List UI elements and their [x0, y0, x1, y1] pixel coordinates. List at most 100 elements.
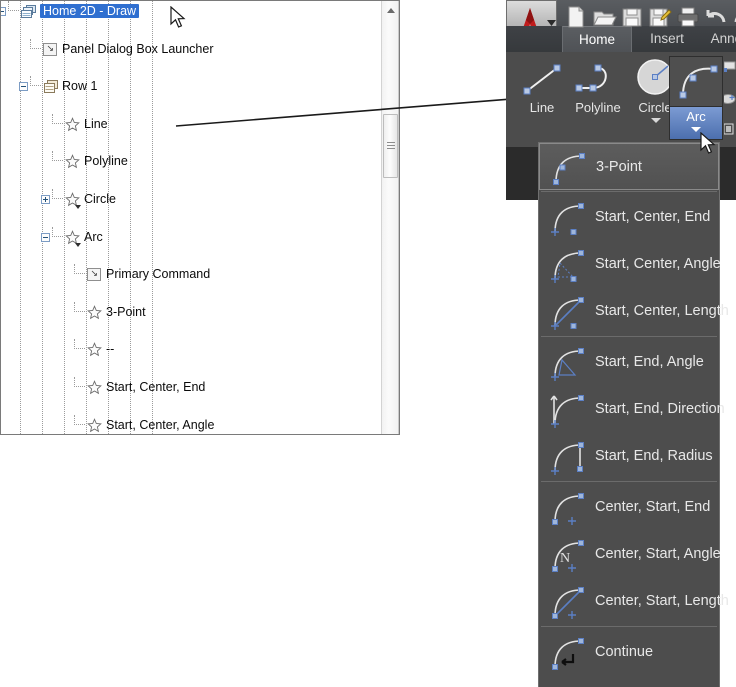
chevron-down-icon[interactable]	[651, 118, 661, 123]
menu-item[interactable]: Start, End, Radius	[539, 433, 719, 480]
row-stack-icon	[43, 79, 59, 94]
menu-item-label: Center, Start, Length	[595, 593, 729, 609]
menu-item[interactable]: Continue	[539, 629, 719, 676]
tree-row-label: Row 1	[62, 79, 98, 94]
arc-button-icon-part[interactable]	[669, 56, 723, 107]
scale-tool-icon-clipped[interactable]	[723, 122, 736, 136]
menu-item-label: Start, End, Angle	[595, 354, 704, 370]
rectangle-tool-icon-clipped[interactable]	[723, 60, 736, 74]
tree-guide-line	[42, 1, 43, 434]
arc-center-start-end-icon	[547, 488, 589, 528]
arc-start-center-end-icon	[547, 198, 589, 238]
tree-row[interactable]: Row 1	[1, 76, 380, 96]
menu-item-label: Center, Start, Angle	[595, 546, 721, 562]
tree-row[interactable]: Start, Center, End	[1, 376, 380, 397]
tree-elbow-connector	[52, 226, 63, 237]
tree-vertical-scrollbar[interactable]	[381, 1, 399, 434]
arc-flyout-menu[interactable]: 3-Point Start, Center, End Start, Center, …	[538, 142, 729, 687]
line-tool-icon	[514, 54, 570, 100]
collapse-node-icon[interactable]	[19, 82, 28, 92]
tree-row[interactable]: 3-Point	[1, 301, 380, 322]
tree-row[interactable]: Arc	[1, 226, 380, 247]
menu-item[interactable]: Start, Center, Angle	[539, 241, 721, 288]
star-dropdown-icon	[65, 229, 81, 247]
tree-guide-line	[130, 1, 131, 434]
collapse-node-icon[interactable]	[1, 7, 6, 16]
ellipse-tool-icon-clipped[interactable]	[720, 92, 736, 106]
expand-node-icon[interactable]	[41, 194, 50, 204]
ribbon-tab-insert[interactable]: Insert	[638, 26, 696, 52]
tree-elbow-connector	[74, 414, 85, 425]
arc-button-label: Arc	[686, 109, 706, 124]
svg-text:N: N	[560, 551, 570, 566]
arc-start-center-length-icon	[547, 292, 589, 332]
menu-separator	[541, 191, 717, 192]
menu-item-label: 3-Point	[596, 159, 642, 175]
print-icon[interactable]	[675, 5, 701, 29]
customize-user-interface-tree-panel[interactable]: Home 2D - Draw ↘ Panel Dialog Box Launcher…	[0, 0, 400, 435]
tree-row-label: Start, Center, End	[106, 379, 206, 394]
star-dropdown-icon	[65, 192, 81, 209]
ribbon-button-line[interactable]: Line	[514, 52, 570, 130]
arc-center-start-length-icon	[547, 582, 589, 622]
tree-guide-line	[64, 1, 65, 434]
menu-item[interactable]: 3-Point	[539, 143, 719, 190]
tree-row-label: Panel Dialog Box Launcher	[62, 41, 214, 56]
tree-row[interactable]: ↘ Panel Dialog Box Launcher	[1, 38, 380, 59]
star-icon	[87, 417, 102, 433]
ribbon-button-label: Line	[529, 100, 555, 115]
menu-separator	[541, 336, 717, 337]
menu-item[interactable]: N Center, Start, Angle	[539, 531, 721, 578]
tree-row[interactable]: --	[1, 339, 380, 359]
arc-continue-icon	[547, 633, 589, 673]
tree-row[interactable]: ↘ Primary Command	[1, 264, 380, 284]
tree-row-label: Circle	[84, 191, 116, 206]
scrollbar-thumb[interactable]	[383, 114, 398, 178]
polyline-tool-icon	[570, 54, 626, 100]
tree-guide-line	[20, 1, 21, 434]
tree-guide-line	[108, 1, 109, 434]
ribbon-tab-strip: HomeInsertAnnota	[506, 26, 736, 52]
ribbon-button-label: Polyline	[575, 100, 621, 115]
tree-row-label: Arc	[84, 229, 103, 244]
tree-row[interactable]: Circle	[1, 188, 380, 209]
ribbon-tab-annota[interactable]: Annota	[702, 26, 736, 52]
menu-item[interactable]: Start, End, Angle	[539, 339, 719, 386]
save-as-icon[interactable]	[647, 5, 673, 29]
tree-row[interactable]: Polyline	[1, 151, 380, 171]
menu-item-label: Continue	[595, 644, 654, 660]
new-icon[interactable]	[563, 5, 589, 29]
menu-item[interactable]: Center, Start, End	[539, 484, 719, 531]
tree-row-label: Start, Center, Angle	[106, 417, 215, 432]
arc-start-end-direction-icon	[547, 390, 589, 430]
tree-scroll-viewport[interactable]: Home 2D - Draw ↘ Panel Dialog Box Launcher…	[1, 1, 380, 434]
thumb-grip-icon	[387, 142, 395, 143]
scroll-up-arrow-icon[interactable]	[382, 1, 399, 18]
arc-start-end-radius-icon	[547, 437, 589, 477]
save-icon[interactable]	[619, 5, 645, 29]
menu-item[interactable]: Center, Start, Length	[539, 578, 729, 625]
tree-elbow-connector	[74, 339, 85, 350]
arc-3point-icon	[548, 148, 590, 188]
menu-item[interactable]: Start, Center, Length	[539, 288, 729, 335]
selected-highlight: Home 2D - Draw	[40, 4, 140, 18]
menu-item-label: Start, Center, Angle	[595, 256, 721, 272]
tree-elbow-connector	[8, 1, 19, 11]
tree-row-label: Home 2D - Draw	[40, 2, 140, 21]
undo-icon[interactable]	[703, 5, 729, 29]
collapse-node-icon[interactable]	[41, 232, 50, 242]
open-icon[interactable]	[591, 5, 617, 29]
redo-icon[interactable]	[731, 5, 736, 29]
menu-item-label: Start, Center, End	[595, 209, 711, 225]
ribbon-button-polyline[interactable]: Polyline	[570, 52, 626, 130]
tree-row[interactable]: Start, Center, Angle	[1, 414, 380, 434]
menu-item[interactable]: Start, End, Direction	[539, 386, 725, 433]
ribbon-tab-home[interactable]: Home	[562, 26, 632, 52]
tree-row-label: Line	[84, 116, 108, 131]
tree-row[interactable]: Home 2D - Draw	[1, 1, 380, 21]
menu-item[interactable]: Start, Center, End	[539, 194, 719, 241]
tree-row[interactable]: Line	[1, 113, 380, 134]
panel-stack-icon	[21, 4, 37, 19]
arc-center-start-angle-icon: N	[547, 535, 589, 575]
menu-separator	[541, 626, 717, 627]
